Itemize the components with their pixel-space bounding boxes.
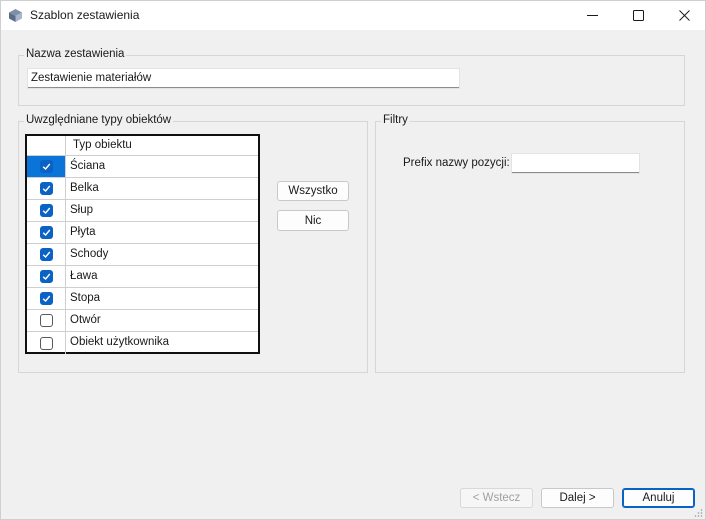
checkbox-checked-icon[interactable] [39,292,53,305]
minimize-button[interactable] [569,1,615,30]
row-check-cell[interactable] [27,178,66,199]
name-group-label: Nazwa zestawienia [24,48,127,60]
cancel-button[interactable]: Anuluj [622,488,695,508]
row-type-label: Słup [70,204,94,216]
row-type-label: Otwór [70,314,101,326]
row-check-cell[interactable] [27,156,66,177]
schedule-name-input[interactable] [28,69,459,88]
checkbox-unchecked-icon[interactable] [39,336,53,350]
close-icon [678,10,690,21]
row-check-cell[interactable] [27,244,66,265]
table-row[interactable]: Ściana [27,156,258,178]
row-check-cell[interactable] [27,310,66,331]
maximize-button[interactable] [615,1,661,30]
grid-header-type: Typ obiektu [73,139,132,151]
row-check-cell[interactable] [27,200,66,221]
prefix-input[interactable] [512,154,639,173]
checkbox-checked-icon[interactable] [39,160,53,173]
row-type-label: Płyta [70,226,96,238]
table-row[interactable]: Stopa [27,288,258,310]
checkbox-checked-icon[interactable] [39,226,53,239]
checkbox-checked-icon[interactable] [39,270,53,283]
row-type-label: Obiekt użytkownika [70,336,170,348]
table-row[interactable]: Otwór [27,310,258,332]
object-types-grid[interactable]: Typ obiektu Ściana Belka Słup Płyta Schody Ła… [25,134,260,354]
dialog-window: Szablon zestawienia Nazwa zestawienia Uw… [0,0,706,520]
maximize-icon [632,10,644,21]
row-type-label: Belka [70,182,99,194]
row-check-cell[interactable] [27,332,66,354]
minimize-icon [586,10,598,21]
table-row[interactable]: Belka [27,178,258,200]
grid-rows: Ściana Belka Słup Płyta Schody Ława Stopa Otwór… [27,156,258,354]
row-type-label: Schody [70,248,109,260]
row-type-label: Ława [70,270,98,282]
prefix-label: Prefix nazwy pozycji: [403,157,510,169]
close-button[interactable] [661,1,706,30]
grid-header: Typ obiektu [27,136,258,156]
grid-header-check-column [27,136,66,155]
row-check-cell[interactable] [27,222,66,243]
checkbox-checked-icon[interactable] [39,248,53,261]
filters-group-label: Filtry [381,114,410,126]
row-type-label: Stopa [70,292,101,304]
title-bar[interactable]: Szablon zestawienia [1,1,705,30]
checkbox-unchecked-icon[interactable] [39,314,53,327]
table-row[interactable]: Słup [27,200,258,222]
table-row[interactable]: Ława [27,266,258,288]
select-all-button[interactable]: Wszystko [277,181,349,201]
row-check-cell[interactable] [27,288,66,309]
table-row[interactable]: Płyta [27,222,258,244]
resize-grip-icon[interactable] [693,507,703,517]
app-cube-icon [8,8,23,23]
back-button[interactable]: < Wstecz [460,488,533,508]
window-title: Szablon zestawienia [30,8,140,22]
select-none-button[interactable]: Nic [277,210,349,231]
table-row[interactable]: Obiekt użytkownika [27,332,258,354]
row-type-label: Ściana [70,160,106,172]
next-button[interactable]: Dalej > [541,488,614,508]
table-row[interactable]: Schody [27,244,258,266]
object-types-group-label: Uwzględniane typy obiektów [24,114,174,126]
checkbox-checked-icon[interactable] [39,182,53,195]
row-check-cell[interactable] [27,266,66,287]
checkbox-checked-icon[interactable] [39,204,53,217]
